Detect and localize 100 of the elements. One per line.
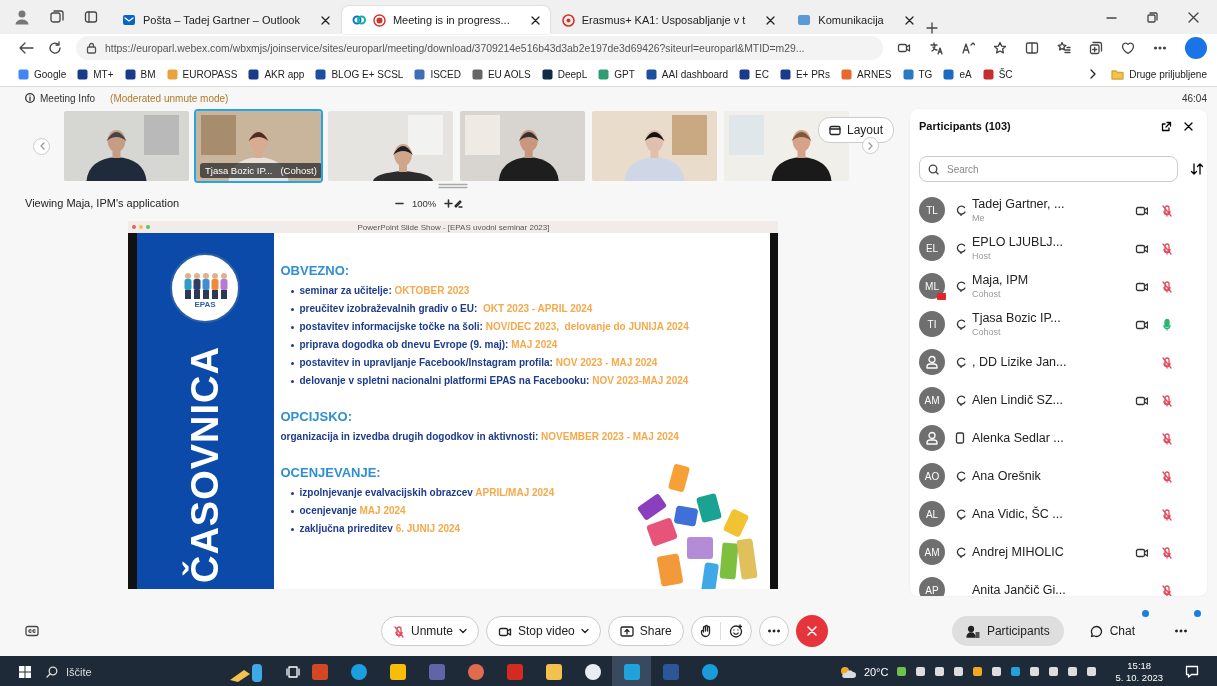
tray-icon[interactable] bbox=[934, 666, 946, 677]
bookmark-link[interactable]: AAI dashboard bbox=[661, 68, 728, 80]
heart-icon[interactable] bbox=[1121, 41, 1135, 55]
split-screen-icon[interactable] bbox=[1025, 41, 1039, 55]
muted-mic-icon[interactable] bbox=[1161, 431, 1173, 445]
participant-row[interactable]: , DD Lizike Jan... bbox=[910, 343, 1207, 381]
tray-icon[interactable] bbox=[953, 666, 965, 677]
participant-row[interactable]: ML Maja, IPM Cohost bbox=[910, 267, 1207, 305]
search-field[interactable]: Search bbox=[919, 156, 1178, 182]
bookmark-link[interactable]: BLOG E+ SCSL bbox=[331, 68, 404, 80]
restore-icon[interactable] bbox=[1147, 11, 1158, 23]
close-icon[interactable] bbox=[320, 15, 330, 25]
favorites-icon[interactable] bbox=[1057, 41, 1071, 55]
bookmark-link[interactable]: Google bbox=[34, 68, 67, 80]
bookmark-link[interactable]: E+ PRs bbox=[795, 68, 831, 80]
bookmark-link[interactable]: ARNES bbox=[857, 68, 892, 80]
participant-row[interactable]: AM Alen Lindič SZ... bbox=[910, 381, 1207, 419]
tray-icon[interactable] bbox=[991, 666, 1003, 677]
new-tab-icon[interactable] bbox=[925, 22, 938, 34]
bookmark-link[interactable]: TG bbox=[918, 68, 933, 80]
close-icon[interactable] bbox=[766, 15, 776, 25]
raise-hand-icon[interactable] bbox=[699, 624, 712, 638]
zoom-in-icon[interactable] bbox=[444, 198, 454, 208]
mic-icon[interactable] bbox=[1161, 317, 1173, 331]
tray-icon[interactable] bbox=[915, 666, 927, 677]
participant-row[interactable]: AO Ana Orešnik bbox=[910, 457, 1207, 495]
workspaces-icon[interactable] bbox=[50, 10, 64, 24]
video-tile[interactable]: Tjasa Bozic IP... (Cohost) bbox=[194, 109, 323, 183]
tab-actions-icon[interactable] bbox=[84, 10, 98, 24]
bookmark-link[interactable]: MT+ bbox=[93, 68, 114, 80]
tray-icon[interactable] bbox=[1048, 666, 1060, 677]
tray-icon[interactable] bbox=[1086, 666, 1098, 677]
share-button[interactable]: Share bbox=[607, 616, 684, 646]
taskbar-clock[interactable]: 15:18 5. 10. 2023 bbox=[1115, 659, 1163, 684]
caret-icon[interactable] bbox=[459, 628, 468, 634]
muted-mic-icon[interactable] bbox=[1161, 241, 1173, 255]
participants-button[interactable]: Participants bbox=[951, 616, 1064, 646]
tray-icon[interactable] bbox=[1067, 666, 1079, 677]
taskbar-search-field[interactable]: Iščite bbox=[46, 656, 226, 686]
back-icon[interactable] bbox=[18, 41, 34, 55]
camera-icon[interactable] bbox=[897, 41, 911, 55]
browser-tab[interactable]: Erasmus+ KA1: Usposabljanje v t bbox=[551, 6, 786, 34]
tray-icon[interactable] bbox=[1010, 666, 1022, 677]
chat-button[interactable]: Chat bbox=[1075, 616, 1149, 646]
bookmark-link[interactable]: DeepL bbox=[557, 68, 588, 80]
meeting-info-link[interactable]: Meeting Info bbox=[40, 92, 96, 104]
muted-mic-icon[interactable] bbox=[1161, 545, 1173, 559]
unmute-button[interactable]: Unmute bbox=[381, 616, 480, 646]
tray-icon[interactable] bbox=[1029, 666, 1041, 677]
leave-button[interactable] bbox=[795, 615, 828, 647]
tray-icon[interactable] bbox=[972, 666, 984, 677]
pop-out-icon[interactable] bbox=[1161, 120, 1172, 132]
bookmark-link[interactable]: BM bbox=[140, 68, 156, 80]
refresh-icon[interactable] bbox=[48, 41, 62, 55]
bookmark-link[interactable]: EC bbox=[754, 68, 769, 80]
copilot-button[interactable] bbox=[1185, 37, 1207, 59]
muted-mic-icon[interactable] bbox=[1161, 393, 1173, 407]
muted-mic-icon[interactable] bbox=[1161, 355, 1173, 369]
collections-icon[interactable] bbox=[1089, 41, 1103, 55]
star-icon[interactable] bbox=[993, 41, 1007, 55]
bookmark-link[interactable]: EUROPASS bbox=[182, 68, 238, 80]
close-icon[interactable] bbox=[1188, 11, 1199, 23]
caret-icon[interactable] bbox=[580, 628, 589, 634]
notifications-icon[interactable] bbox=[1185, 665, 1199, 678]
bookmark-link[interactable]: eA bbox=[959, 68, 972, 80]
pen-icon[interactable] bbox=[453, 198, 464, 208]
sort-icon[interactable] bbox=[1190, 162, 1204, 176]
video-button[interactable]: Stop video bbox=[486, 616, 601, 646]
browser-tab[interactable]: Komunikacija bbox=[787, 6, 924, 34]
participant-row[interactable]: EL EPLO LJUBLJ... Host bbox=[910, 229, 1207, 267]
bookmark-link[interactable]: GPT bbox=[614, 68, 635, 80]
address-field[interactable]: https://europarl.webex.com/wbxmjs/joinservice/sites/europarl/meeting/download/3709214e516b43d3ab2e197de3d69426?siteurl=europarl&MTID=m29... bbox=[76, 36, 883, 60]
resize-handle[interactable] bbox=[437, 183, 468, 189]
participant-row[interactable]: TL Tadej Gartner, ... Me bbox=[910, 191, 1207, 229]
tray-icon[interactable] bbox=[896, 666, 908, 677]
emoji-icon[interactable] bbox=[728, 624, 743, 638]
participant-row[interactable]: TI Tjasa Bozic IP... Cohost bbox=[910, 305, 1207, 343]
bookmark-link[interactable]: ŠC bbox=[998, 68, 1013, 80]
info-icon[interactable] bbox=[25, 93, 35, 103]
chevron-right-icon[interactable] bbox=[1089, 69, 1098, 79]
close-icon[interactable] bbox=[904, 15, 914, 25]
bookmark-link[interactable]: ISCED bbox=[430, 68, 461, 80]
participant-row[interactable]: AP Anita Jančič Gi... bbox=[910, 571, 1207, 596]
muted-mic-icon[interactable] bbox=[1161, 507, 1173, 521]
bookmark-link[interactable]: EU AOLS bbox=[487, 68, 531, 80]
browser-tab[interactable]: Meeting is in progress... bbox=[341, 6, 550, 34]
participant-row[interactable]: Alenka Sedlar ... bbox=[910, 419, 1207, 457]
participant-row[interactable]: AM Andrej MIHOLIC bbox=[910, 533, 1207, 571]
muted-mic-icon[interactable] bbox=[1161, 279, 1173, 293]
muted-mic-icon[interactable] bbox=[1161, 469, 1173, 483]
windows-start-icon[interactable] bbox=[18, 664, 32, 679]
close-icon[interactable] bbox=[530, 15, 540, 25]
muted-mic-icon[interactable] bbox=[1161, 203, 1173, 217]
close-icon[interactable] bbox=[1184, 121, 1193, 131]
bookmark-link[interactable]: AKR app bbox=[264, 68, 305, 80]
profile-icon[interactable] bbox=[14, 9, 30, 25]
bookmark-folder[interactable]: Druge priljubljene bbox=[1129, 68, 1207, 80]
captions-icon[interactable] bbox=[25, 625, 39, 637]
muted-mic-icon[interactable] bbox=[1161, 583, 1173, 596]
participant-row[interactable]: AL Ana Vidic, ŠC ... bbox=[910, 495, 1207, 533]
